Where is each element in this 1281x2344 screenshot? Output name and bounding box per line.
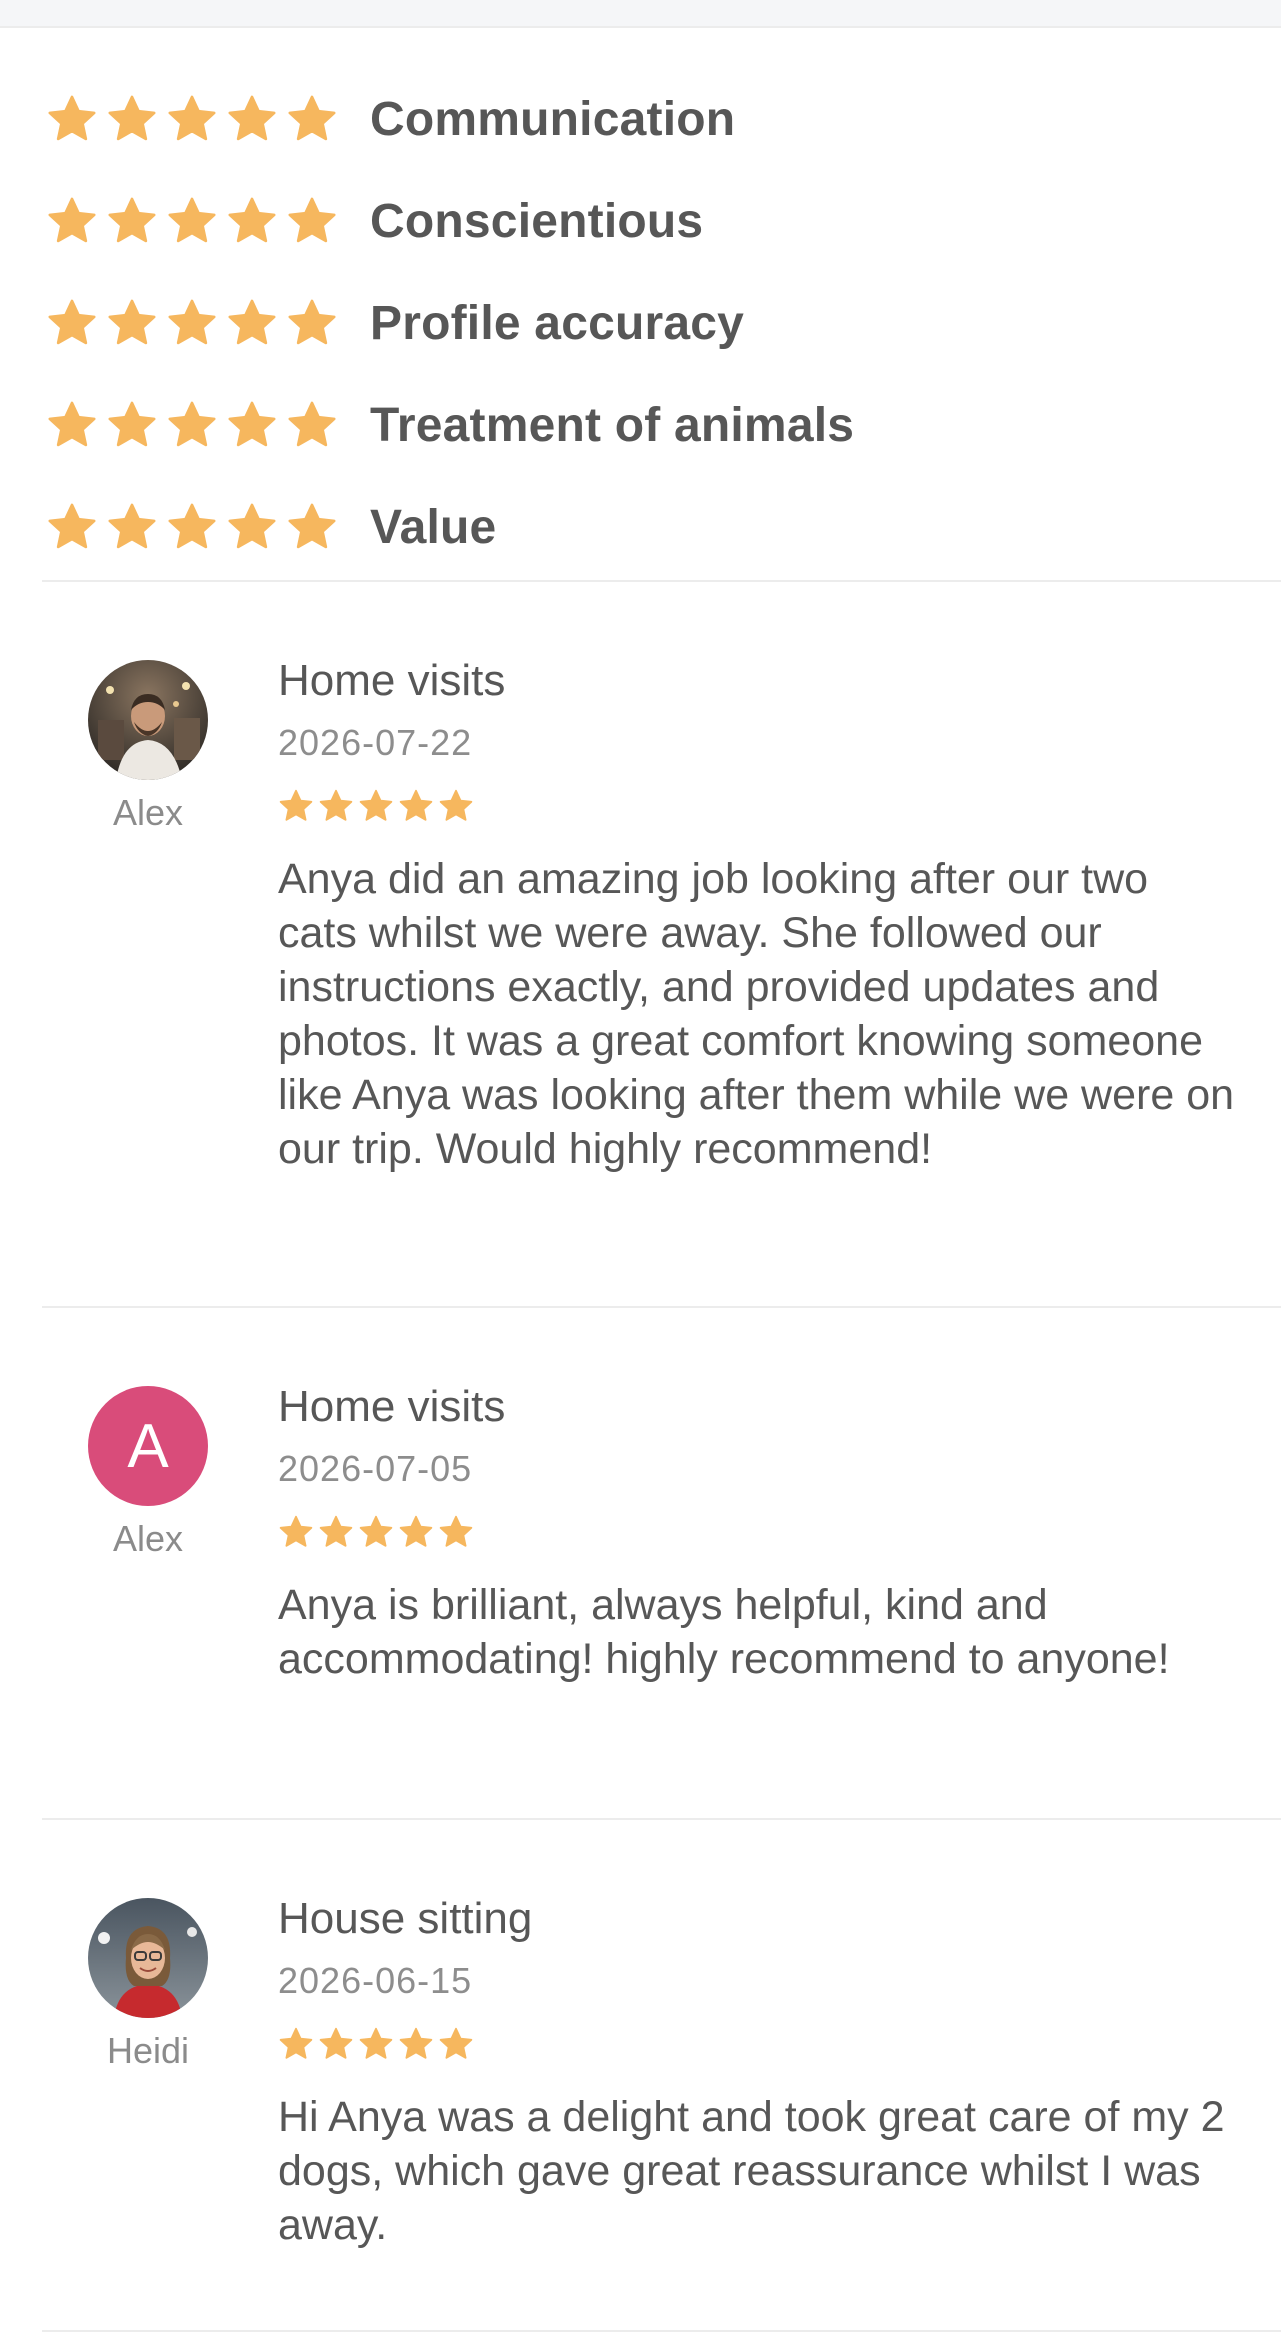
star-icon <box>108 299 156 345</box>
star-icon <box>439 789 473 821</box>
rating-row-conscientious: Conscientious <box>46 170 854 272</box>
avatar-initial: A <box>127 1411 169 1481</box>
review-date: 2026-06-15 <box>278 1960 473 2001</box>
review-date: 2026-07-22 <box>278 722 473 763</box>
star-icon <box>279 789 313 821</box>
divider <box>42 580 1281 582</box>
top-header-strip <box>0 0 1281 28</box>
star-icon <box>359 789 393 821</box>
review-text: Anya did an amazing job looking after ou… <box>278 855 1235 1173</box>
star-icon <box>359 1515 393 1547</box>
service-type: Home visits <box>278 656 506 705</box>
star-icon <box>168 197 216 243</box>
avatar[interactable] <box>88 660 208 780</box>
review-text: Anya is brilliant, always helpful, kind … <box>278 1581 1170 1683</box>
rating-label: Value <box>370 500 497 554</box>
avatar-photo-icon <box>88 660 208 780</box>
rating-label: Conscientious <box>370 194 704 248</box>
rating-row-treatment-of-animals: Treatment of animals <box>46 374 854 476</box>
star-icon <box>279 1515 313 1547</box>
star-icon <box>108 503 156 549</box>
star-rating <box>46 195 370 247</box>
star-rating <box>46 501 370 553</box>
star-icon <box>439 1515 473 1547</box>
star-icon <box>288 197 336 243</box>
star-icon <box>168 401 216 447</box>
star-icon <box>48 503 96 549</box>
star-icon <box>228 95 276 141</box>
star-rating <box>278 1514 474 1550</box>
star-icon <box>288 299 336 345</box>
star-icon <box>108 95 156 141</box>
star-icon <box>399 789 433 821</box>
star-icon <box>228 503 276 549</box>
star-icon <box>288 401 336 447</box>
star-icon <box>48 401 96 447</box>
service-type: House sitting <box>278 1894 533 1943</box>
star-icon <box>108 197 156 243</box>
service-type: Home visits <box>278 1382 506 1431</box>
star-icon <box>228 197 276 243</box>
star-rating <box>278 2026 474 2062</box>
star-icon <box>439 2027 473 2059</box>
rating-row-value: Value <box>46 476 854 578</box>
star-icon <box>319 2027 353 2059</box>
star-rating <box>46 399 370 451</box>
review-text: Hi Anya was a delight and took great car… <box>278 2093 1225 2249</box>
star-icon <box>168 299 216 345</box>
divider <box>42 1306 1281 1308</box>
star-icon <box>48 95 96 141</box>
star-icon <box>168 95 216 141</box>
avatar[interactable]: A <box>88 1386 208 1506</box>
star-icon <box>319 789 353 821</box>
divider <box>42 2330 1281 2332</box>
review-date: 2026-07-05 <box>278 1448 473 1489</box>
rating-row-communication: Communication <box>46 68 854 170</box>
avatar[interactable] <box>88 1898 208 2018</box>
star-icon <box>48 197 96 243</box>
avatar-photo-icon <box>88 1898 208 2018</box>
rating-label: Profile accuracy <box>370 296 745 350</box>
reviewer-name: Alex <box>112 792 184 833</box>
star-icon <box>279 2027 313 2059</box>
star-rating <box>46 297 370 349</box>
star-icon <box>48 299 96 345</box>
star-icon <box>228 299 276 345</box>
divider <box>42 1818 1281 1820</box>
reviewer-name: Heidi <box>106 2030 190 2071</box>
star-rating <box>46 93 370 145</box>
star-icon <box>168 503 216 549</box>
star-icon <box>108 401 156 447</box>
rating-label: Communication <box>370 92 736 146</box>
star-icon <box>319 1515 353 1547</box>
star-icon <box>288 95 336 141</box>
star-icon <box>288 503 336 549</box>
rating-row-profile-accuracy: Profile accuracy <box>46 272 854 374</box>
rating-label: Treatment of animals <box>370 398 855 452</box>
star-icon <box>399 2027 433 2059</box>
star-icon <box>228 401 276 447</box>
star-rating <box>278 788 474 824</box>
reviewer-name: Alex <box>112 1518 184 1559</box>
star-icon <box>399 1515 433 1547</box>
star-icon <box>359 2027 393 2059</box>
category-ratings: Communication Conscientious Profile accu… <box>46 68 854 578</box>
